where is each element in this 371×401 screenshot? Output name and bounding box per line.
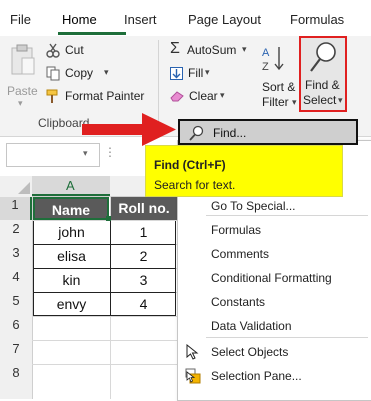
menu-item-label: Go To Special... [211,199,296,213]
row-header-5[interactable]: 5 [0,293,32,316]
tab-page-layout[interactable]: Page Layout [188,12,261,27]
menu-item-conditional-formatting[interactable]: Conditional Formatting [178,267,371,289]
cut-label: Cut [65,43,84,57]
tab-home[interactable]: Home [62,12,97,27]
row-header-8[interactable]: 8 [0,365,32,388]
copy-icon [46,66,60,81]
copy-dropdown-icon[interactable]: ▾ [104,67,109,78]
cell-name-2[interactable]: elisa [33,245,110,268]
cell-name-4[interactable]: envy [33,293,110,316]
clear-dropdown-icon: ▾ [220,90,225,100]
menu-item-data-validation[interactable]: Data Validation [178,315,371,337]
cell-roll-2[interactable]: 2 [111,245,176,268]
autosum-button[interactable]: Σ AutoSum ▾ [170,40,250,60]
clear-label: Clear [189,89,218,103]
row-header-7[interactable]: 7 [0,341,32,364]
format-painter-button[interactable]: Format Painter [46,88,156,106]
menu-item-find[interactable]: Find... [178,119,358,145]
clear-button[interactable]: Clear ▾ [170,88,230,106]
pointer-arrow-icon [186,344,199,360]
cell-roll-4[interactable]: 4 [111,293,176,316]
tooltip-title: Find (Ctrl+F) [154,158,226,172]
tab-insert[interactable]: Insert [124,12,157,27]
cell-roll-3[interactable]: 3 [111,269,176,292]
paste-button[interactable]: Paste ▾ [6,42,40,108]
menu-item-constants[interactable]: Constants [178,291,371,313]
sort-dropdown-icon: ▾ [292,97,297,107]
find-dropdown-icon: ▾ [338,95,343,105]
tooltip-description: Search for text. [154,178,236,192]
copy-button[interactable]: Copy ▾ [46,65,156,83]
svg-text:A: A [262,47,270,59]
fill-down-icon [170,67,183,80]
active-tab-indicator [58,32,126,35]
paintbrush-icon [46,89,58,103]
menu-item-formulas[interactable]: Formulas [178,219,371,241]
paste-dropdown-icon: ▾ [18,98,23,108]
menu-item-label: Constants [211,295,266,309]
column-header-a[interactable]: A [32,176,110,196]
name-box-dropdown-icon[interactable]: ▾ [83,148,88,159]
format-painter-label: Format Painter [65,89,145,103]
menu-divider [206,337,368,338]
menu-item-comments[interactable]: Comments [178,243,371,265]
cell-roll-1[interactable]: 1 [111,221,176,244]
sort-filter-button[interactable]: A Z Sort & Filter ▾ [258,42,298,114]
column-a-label: A [66,178,75,193]
paste-label: Paste [7,84,38,98]
fill-label: Fill [188,66,204,80]
menu-item-label: Comments [211,247,270,261]
menu-item-label: Data Validation [211,319,292,333]
find-label-line2: Select [303,93,337,107]
row-header-1[interactable]: 1 [0,197,32,220]
magnifier-icon [310,42,336,72]
clipboard-icon [11,44,35,75]
sort-label-line1: Sort & [262,80,296,94]
row-header-3[interactable]: 3 [0,245,32,268]
cell-header-name[interactable]: Name [33,197,109,220]
red-arrow-icon [82,113,176,146]
menu-item-selection-pane[interactable]: Selection Pane... [178,365,371,387]
copy-label: Copy [65,66,94,80]
tab-file[interactable]: File [10,12,31,27]
cut-button[interactable]: Cut [46,42,156,60]
spreadsheet-grid: A 1 2 3 4 5 6 7 8 Name Roll no. john 1 e… [0,176,178,399]
scissors-icon [46,43,60,58]
row-header-6[interactable]: 6 [0,317,32,340]
find-select-button[interactable]: Find & Select ▾ [299,36,347,112]
tab-formulas[interactable]: Formulas [290,12,344,27]
menu-item-select-objects[interactable]: Select Objects [178,341,371,363]
menu-item-go-to-special[interactable]: Go To Special... [178,195,371,217]
fill-button[interactable]: Fill ▾ [170,65,220,83]
row-header-4[interactable]: 4 [0,269,32,292]
menu-item-label: Selection Pane... [211,369,302,383]
autosum-dropdown-icon: ▾ [242,44,247,54]
autosum-label: AutoSum [187,43,237,57]
sort-label-line2: Filter [262,95,289,109]
cell-name-3[interactable]: kin [33,269,110,292]
magnifier-icon [189,125,204,141]
menu-item-label: Select Objects [211,345,289,359]
sigma-icon: Σ [170,40,180,57]
selection-pane-icon [185,368,201,384]
more-options-icon[interactable]: ⋮ [104,145,116,159]
menu-item-label: Formulas [211,223,262,237]
menu-divider [206,215,368,216]
find-label-line1: Find & [305,78,340,92]
select-all-icon[interactable] [18,182,30,194]
eraser-icon [170,91,184,102]
cell-name-1[interactable]: john [33,221,110,244]
row-header-2[interactable]: 2 [0,221,32,244]
tooltip: Find (Ctrl+F) Search for text. [145,145,343,197]
cell-header-roll[interactable]: Roll no. [111,197,177,220]
fill-dropdown-icon: ▾ [205,67,210,77]
menu-item-find-label: Find... [213,126,247,140]
find-select-menu: Find... Find (Ctrl+F) Search for text. G… [145,119,371,401]
svg-text:Z: Z [262,61,269,73]
menu-item-label: Conditional Formatting [211,271,332,285]
sort-az-icon: A Z [262,47,284,73]
